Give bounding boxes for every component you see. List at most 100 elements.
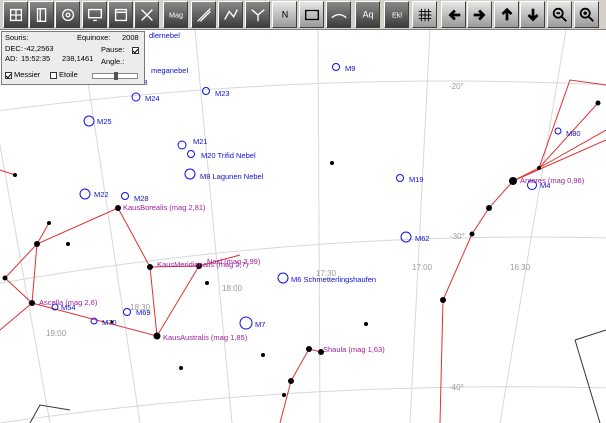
button-label: Aq bbox=[362, 9, 373, 19]
magnitude-icon: Mag bbox=[169, 10, 183, 19]
diagonal-icon bbox=[196, 7, 211, 22]
equinox-label: Equinoxe: bbox=[77, 33, 111, 42]
star[interactable] bbox=[261, 353, 265, 357]
frame-button[interactable] bbox=[299, 1, 324, 28]
star[interactable] bbox=[29, 300, 35, 306]
messier-label: meganebel bbox=[151, 66, 188, 75]
messier-marker[interactable] bbox=[396, 174, 404, 182]
messier-checkbox[interactable]: Messier bbox=[5, 70, 40, 79]
star-label: KausAustralis (mag 1,85) bbox=[163, 333, 248, 342]
messier-marker[interactable] bbox=[239, 316, 253, 330]
star[interactable] bbox=[469, 231, 475, 237]
arrow-down-button[interactable] bbox=[520, 1, 545, 28]
star[interactable] bbox=[440, 297, 446, 303]
messier-marker[interactable] bbox=[79, 188, 91, 200]
messier-marker[interactable] bbox=[121, 192, 129, 200]
messier-label: dlernebel bbox=[149, 31, 180, 40]
horizon-button[interactable] bbox=[326, 1, 351, 28]
star[interactable] bbox=[2, 275, 8, 281]
star[interactable] bbox=[147, 264, 153, 270]
grid-hash-button[interactable] bbox=[412, 1, 437, 28]
arrow-right-icon bbox=[473, 9, 486, 20]
star-checkbox[interactable]: Etoile bbox=[50, 70, 78, 79]
book-icon bbox=[36, 7, 46, 22]
star[interactable] bbox=[486, 205, 492, 211]
zoom-out-button[interactable] bbox=[547, 1, 572, 28]
star[interactable] bbox=[595, 100, 601, 106]
star[interactable] bbox=[288, 378, 294, 384]
grid-hash-icon bbox=[418, 8, 431, 21]
star[interactable] bbox=[47, 221, 51, 225]
star[interactable] bbox=[364, 322, 368, 326]
messier-marker[interactable] bbox=[554, 127, 562, 135]
messier-label: M20 Trifid Nebel bbox=[201, 151, 256, 160]
messier-marker[interactable] bbox=[131, 92, 141, 102]
messier-label: M25 bbox=[97, 117, 112, 126]
star[interactable] bbox=[537, 166, 541, 170]
star[interactable] bbox=[330, 161, 334, 165]
grid-button[interactable] bbox=[3, 1, 28, 28]
north-button[interactable]: N bbox=[272, 1, 297, 28]
monitor-button[interactable] bbox=[82, 1, 107, 28]
arrow-left-icon bbox=[447, 9, 460, 20]
messier-marker[interactable] bbox=[277, 272, 289, 284]
messier-marker[interactable] bbox=[177, 140, 187, 150]
declination-line-40 bbox=[0, 386, 606, 423]
arrow-up-button[interactable] bbox=[494, 1, 519, 28]
star[interactable] bbox=[179, 366, 183, 370]
messier-label: M8 Lagunen Nebel bbox=[200, 172, 264, 181]
constellation-lines-button[interactable] bbox=[245, 1, 270, 28]
angle-slider[interactable] bbox=[92, 72, 138, 80]
star[interactable] bbox=[115, 205, 121, 211]
slider-thumb[interactable] bbox=[114, 72, 118, 80]
messier-marker[interactable] bbox=[332, 63, 340, 71]
ra-decimal-value: 238,1461 bbox=[62, 54, 94, 63]
star-label: Ascella (mag 2,6) bbox=[39, 298, 98, 307]
star[interactable] bbox=[153, 332, 161, 340]
magnitude-button[interactable]: Mag bbox=[163, 1, 188, 28]
arrow-left-button[interactable] bbox=[441, 1, 466, 28]
messier-label: M9 bbox=[345, 64, 355, 73]
ra-line-1630 bbox=[499, 30, 567, 423]
angle-label: Angle.: bbox=[101, 57, 125, 66]
grid-label: -30° bbox=[450, 232, 465, 241]
star[interactable] bbox=[66, 242, 70, 246]
toolbar: Mag N Aq Ekl bbox=[0, 0, 606, 30]
zoom-out-icon bbox=[552, 7, 567, 22]
gear-button[interactable] bbox=[55, 1, 80, 28]
button-label: Mag bbox=[169, 10, 183, 19]
constellation-button[interactable] bbox=[218, 1, 243, 28]
star[interactable] bbox=[205, 281, 209, 285]
messier-marker[interactable] bbox=[184, 168, 196, 180]
window-button[interactable] bbox=[108, 1, 133, 28]
horizon-icon bbox=[330, 13, 347, 18]
messier-marker[interactable] bbox=[187, 150, 195, 158]
messier-marker[interactable] bbox=[400, 231, 412, 243]
star[interactable] bbox=[34, 241, 40, 247]
zoom-in-button[interactable] bbox=[574, 1, 599, 28]
arrow-right-button[interactable] bbox=[467, 1, 492, 28]
window-icon bbox=[114, 8, 127, 21]
messier-label: M69 bbox=[136, 308, 151, 317]
ecliptic-button[interactable]: Ekl bbox=[384, 1, 409, 28]
messier-marker[interactable] bbox=[202, 87, 210, 95]
equator-button[interactable]: Aq bbox=[355, 1, 380, 28]
messier-label: M80 bbox=[566, 129, 581, 138]
star[interactable] bbox=[13, 173, 17, 177]
cross-button[interactable] bbox=[134, 1, 159, 28]
star[interactable] bbox=[306, 346, 312, 352]
messier-marker[interactable] bbox=[123, 308, 131, 316]
star[interactable] bbox=[282, 393, 286, 397]
grid-label: -20° bbox=[449, 82, 464, 91]
star[interactable] bbox=[509, 177, 517, 185]
diagonal-button[interactable] bbox=[191, 1, 216, 28]
messier-marker[interactable] bbox=[83, 115, 95, 127]
pause-checkbox[interactable] bbox=[132, 45, 141, 54]
book-button[interactable] bbox=[29, 1, 54, 28]
star[interactable] bbox=[110, 320, 114, 324]
zoom-in-icon bbox=[579, 7, 594, 22]
dec-label: DEC: bbox=[5, 44, 23, 53]
button-label: Ekl bbox=[392, 10, 402, 19]
sky-map[interactable]: -20°-30°-40°17:3017:00 16:3018:0018:3019:… bbox=[0, 30, 606, 423]
frame-icon bbox=[304, 9, 319, 20]
